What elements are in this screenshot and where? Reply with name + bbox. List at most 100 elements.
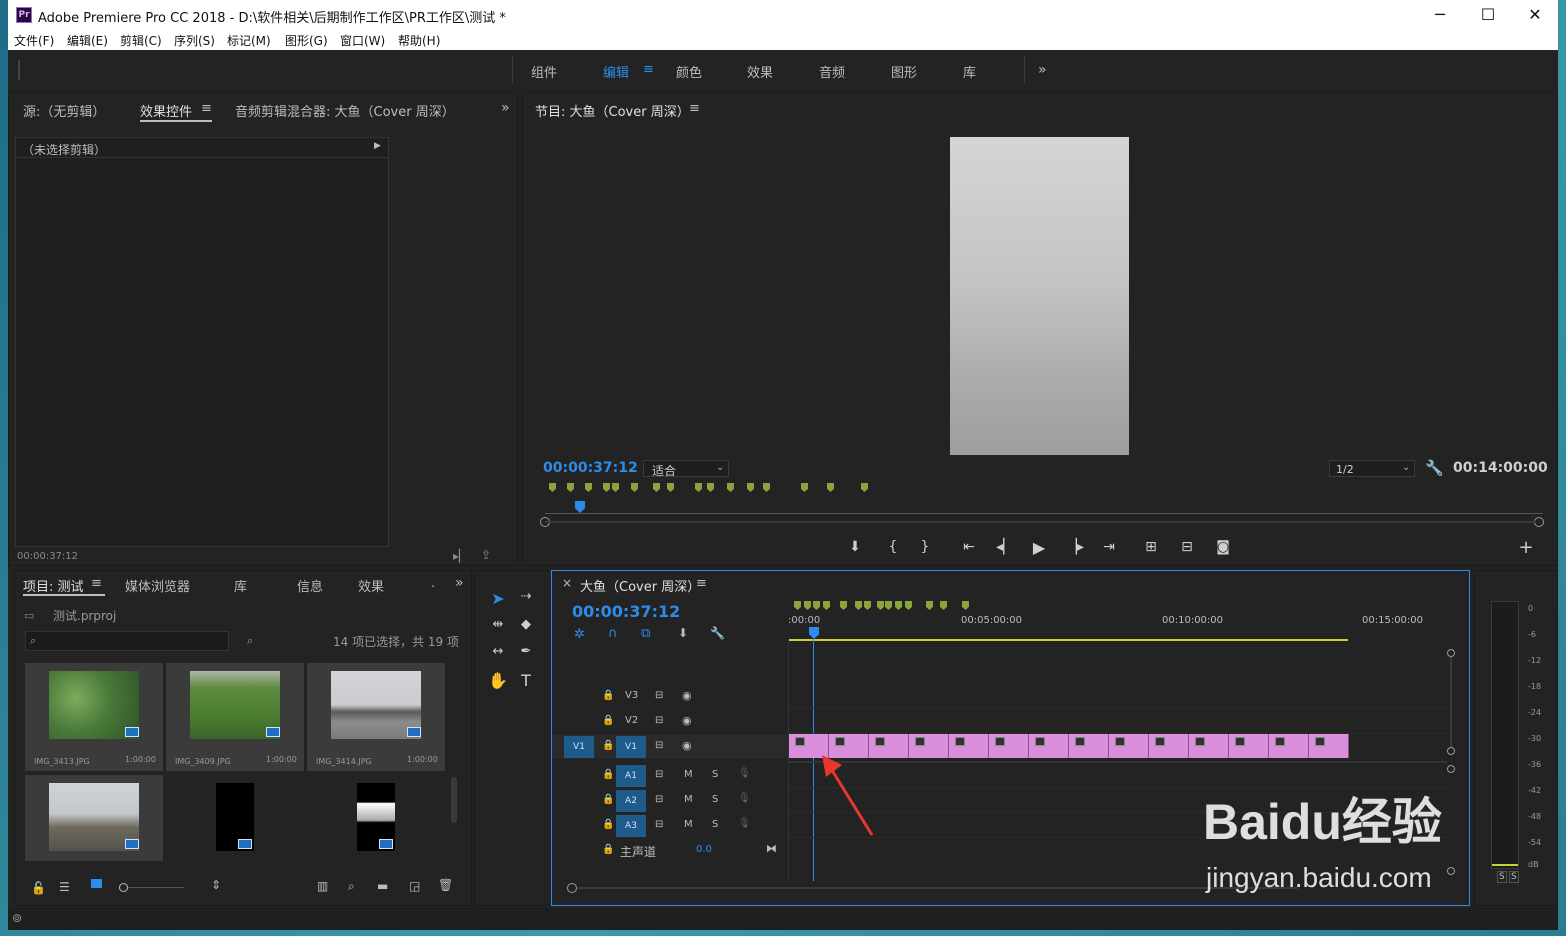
- vscroll-track[interactable]: [1450, 657, 1452, 747]
- sort-icon[interactable]: ⇕: [211, 878, 221, 892]
- lock-icon[interactable]: 🔒: [602, 715, 614, 726]
- program-timecode[interactable]: 00:00:37:12: [543, 460, 638, 476]
- lock-icon[interactable]: 🔒: [602, 844, 614, 855]
- workspace-more-icon[interactable]: »: [1038, 62, 1047, 78]
- tab-effect-controls[interactable]: 效果控件: [140, 101, 192, 120]
- marker-icon[interactable]: [653, 483, 660, 492]
- tab-project[interactable]: 项目: 测试: [23, 576, 84, 595]
- search-input[interactable]: ⌕: [25, 631, 229, 651]
- v1-clip[interactable]: [1109, 734, 1149, 758]
- marker-icon[interactable]: [747, 483, 754, 492]
- expand-arrow-icon[interactable]: ▶: [374, 141, 381, 151]
- microphone-icon[interactable]: 🎙: [738, 768, 751, 779]
- sync-lock-icon[interactable]: ⊟: [655, 819, 663, 830]
- marker-icon[interactable]: [567, 483, 574, 492]
- v1-clip[interactable]: [989, 734, 1029, 758]
- vscroll-handle[interactable]: [1447, 867, 1455, 875]
- resolution-dropdown[interactable]: 1/2 ⌄: [1329, 460, 1415, 477]
- filter-icon[interactable]: ▸▏: [453, 549, 468, 563]
- tab-libraries[interactable]: 库: [234, 576, 247, 595]
- v1-clip[interactable]: [909, 734, 949, 758]
- menu-file[interactable]: 文件(F): [14, 32, 54, 49]
- scrollbar[interactable]: [451, 777, 457, 823]
- v1-clip[interactable]: [1029, 734, 1069, 758]
- lock-icon[interactable]: 🔒: [602, 819, 614, 830]
- marker-icon[interactable]: [585, 483, 592, 492]
- workspace-graphics[interactable]: 图形: [891, 62, 917, 81]
- v1-clip[interactable]: [1269, 734, 1309, 758]
- tab-effects[interactable]: 效果: [358, 576, 384, 595]
- marker-icon[interactable]: [603, 483, 610, 492]
- marker-icon[interactable]: [763, 483, 770, 492]
- tab-menu-icon[interactable]: ≡: [201, 101, 212, 116]
- selection-tool-icon[interactable]: ➤: [487, 589, 509, 608]
- export-icon[interactable]: ⇪: [481, 548, 491, 562]
- mute-button[interactable]: M: [684, 819, 693, 830]
- marker-icon[interactable]: [549, 483, 556, 492]
- timeline-timecode[interactable]: 00:00:37:12: [572, 602, 680, 621]
- workspace-color[interactable]: 颜色: [676, 62, 702, 81]
- panel-more-icon[interactable]: »: [455, 575, 464, 591]
- vscroll-handle[interactable]: [1447, 765, 1455, 773]
- find-icon[interactable]: ⌕: [348, 879, 355, 894]
- play-icon[interactable]: ▶: [1029, 538, 1049, 557]
- vscroll-handle[interactable]: [1447, 747, 1455, 755]
- eye-icon[interactable]: ◉: [682, 714, 692, 727]
- pen-tool-icon[interactable]: ✒: [515, 644, 537, 659]
- hand-tool-icon[interactable]: ✋: [487, 671, 509, 690]
- slip-tool-icon[interactable]: ↔: [487, 644, 509, 659]
- track-target-v1[interactable]: V1: [616, 736, 646, 758]
- step-forward-icon[interactable]: ▕▸: [1065, 539, 1085, 555]
- bowtie-icon[interactable]: ⧓: [766, 842, 777, 855]
- project-item[interactable]: [166, 775, 304, 861]
- automate-to-sequence-icon[interactable]: ▥: [317, 879, 328, 893]
- tab-audio-clip-mixer[interactable]: 音频剪辑混合器: 大鱼（Cover 周深）: [235, 101, 455, 120]
- workspace-effects[interactable]: 效果: [747, 62, 773, 81]
- add-marker-icon[interactable]: ⬇: [678, 626, 688, 640]
- creative-cloud-icon[interactable]: ⊚: [12, 911, 22, 925]
- tab-media-browser[interactable]: 媒体浏览器: [125, 576, 190, 595]
- tab-overflow[interactable]: ㆍ: [427, 576, 439, 595]
- project-item[interactable]: [307, 775, 445, 861]
- sync-lock-icon[interactable]: ⊟: [655, 769, 663, 780]
- track-target-a2[interactable]: A2: [616, 790, 646, 812]
- minimize-button[interactable]: ─: [1420, 4, 1460, 26]
- menu-window[interactable]: 窗口(W): [340, 32, 385, 49]
- track-select-tool-icon[interactable]: ⇢: [515, 589, 537, 604]
- new-bin-icon[interactable]: ▬: [377, 879, 388, 893]
- microphone-icon[interactable]: 🎙: [738, 793, 751, 804]
- menu-edit[interactable]: 编辑(E): [67, 32, 108, 49]
- v1-clip[interactable]: [1229, 734, 1269, 758]
- track-target-a3[interactable]: A3: [616, 815, 646, 837]
- lift-icon[interactable]: ⊞: [1141, 539, 1161, 555]
- icon-view-icon[interactable]: [91, 879, 102, 888]
- mark-out-icon[interactable]: }: [915, 539, 935, 555]
- lock-icon[interactable]: 🔒: [602, 690, 614, 701]
- tab-info[interactable]: 信息: [297, 576, 323, 595]
- add-button-icon[interactable]: +: [1516, 537, 1536, 558]
- microphone-icon[interactable]: 🎙: [738, 818, 751, 829]
- tab-menu-icon[interactable]: ≡: [696, 576, 707, 591]
- marker-icon[interactable]: [727, 483, 734, 492]
- menu-lines-icon[interactable]: ≡: [643, 62, 654, 77]
- marker-icon[interactable]: [861, 483, 868, 492]
- maximize-button[interactable]: ☐: [1468, 4, 1508, 26]
- mark-in-icon[interactable]: {: [883, 539, 903, 555]
- lock-icon[interactable]: 🔒: [602, 769, 614, 780]
- hscroll-track[interactable]: [578, 887, 1298, 889]
- playhead-icon[interactable]: [575, 501, 585, 513]
- marker-icon[interactable]: [667, 483, 674, 492]
- zoom-slider-handle[interactable]: [119, 883, 128, 892]
- snap-magnet-icon[interactable]: ∩: [608, 626, 618, 641]
- ripple-edit-tool-icon[interactable]: ⇹: [487, 617, 509, 632]
- lock-icon[interactable]: 🔒: [602, 794, 614, 805]
- new-item-icon[interactable]: ◲: [409, 879, 420, 893]
- go-to-out-icon[interactable]: ⇥: [1099, 539, 1119, 555]
- workspace-audio[interactable]: 音频: [819, 62, 845, 81]
- extract-icon[interactable]: ⊟: [1177, 539, 1197, 555]
- menu-help[interactable]: 帮助(H): [398, 32, 440, 49]
- sync-lock-icon[interactable]: ⊟: [655, 794, 663, 805]
- marker-icon[interactable]: [707, 483, 714, 492]
- sync-lock-icon[interactable]: ⊟: [655, 690, 663, 701]
- solo-button[interactable]: S: [712, 819, 718, 830]
